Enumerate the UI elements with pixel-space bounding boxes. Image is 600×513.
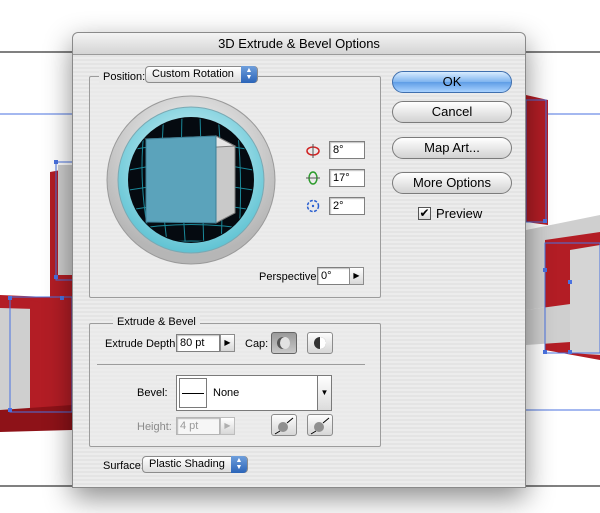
- more-options-button[interactable]: More Options: [392, 172, 512, 194]
- popup-arrows-icon: ▲ ▼: [231, 456, 247, 473]
- preview-checkbox[interactable]: ✔: [418, 207, 431, 220]
- cap-on-button[interactable]: [271, 332, 297, 354]
- bevel-label: Bevel:: [137, 387, 168, 399]
- cap-off-icon: [314, 337, 326, 349]
- chevron-down-icon: ▼: [320, 388, 329, 397]
- preview-label: Preview: [436, 206, 483, 221]
- bevel-value: None: [213, 387, 240, 399]
- ok-button[interactable]: OK: [392, 71, 512, 93]
- position-label: Position:: [99, 70, 150, 84]
- surface-popup[interactable]: Plastic Shading ▲ ▼: [142, 456, 248, 473]
- extrude-bevel-divider: [97, 364, 365, 365]
- bevel-profile-line: [182, 393, 204, 394]
- bevel-extent-in-button[interactable]: [307, 414, 333, 436]
- position-popup-value: Custom Rotation: [152, 68, 234, 80]
- height-slider-button[interactable]: ▶: [220, 417, 235, 435]
- x-rotation-input[interactable]: 8°: [329, 141, 365, 159]
- cancel-button[interactable]: Cancel: [392, 101, 512, 123]
- map-art-button[interactable]: Map Art...: [392, 137, 512, 159]
- surface-label: Surface:: [103, 460, 144, 472]
- checkmark-icon: ✔: [419, 206, 430, 220]
- triangle-right-icon: ▶: [224, 421, 231, 430]
- cap-on-icon: [277, 337, 290, 349]
- position-popup[interactable]: Custom Rotation ▲ ▼: [145, 66, 258, 83]
- extrude-depth-input[interactable]: 80 pt: [176, 334, 220, 352]
- bevel-dropdown-arrow[interactable]: ▼: [317, 376, 331, 410]
- dialog-title[interactable]: 3D Extrude & Bevel Options: [73, 33, 525, 55]
- bevel-extent-out-button[interactable]: [271, 414, 297, 436]
- x-axis-rotation-icon: [306, 144, 320, 158]
- popup-arrows-icon: ▲ ▼: [241, 66, 257, 83]
- bevel-dropdown[interactable]: None ▼: [176, 375, 332, 411]
- surface-popup-value: Plastic Shading: [149, 458, 225, 470]
- bevel-out-icon: [274, 417, 294, 435]
- z-rotation-input[interactable]: 2°: [329, 197, 365, 215]
- extrude-depth-label: Extrude Depth:: [105, 338, 179, 350]
- cap-off-button[interactable]: [307, 332, 333, 354]
- bevel-in-icon: [310, 417, 330, 435]
- triangle-right-icon: ▶: [353, 271, 360, 280]
- height-input[interactable]: 4 pt: [176, 417, 220, 435]
- cap-label: Cap:: [245, 338, 269, 350]
- extrude-bevel-legend: Extrude & Bevel: [113, 315, 200, 329]
- bevel-profile-preview: [179, 378, 207, 408]
- extrude-depth-slider-button[interactable]: ▶: [220, 334, 235, 352]
- y-rotation-input[interactable]: 17°: [329, 169, 365, 187]
- rotation-track-cube[interactable]: [106, 95, 276, 265]
- height-label: Height:: [137, 421, 172, 433]
- perspective-slider-button[interactable]: ▶: [349, 267, 364, 285]
- perspective-input[interactable]: 0°: [317, 267, 350, 285]
- perspective-label: Perspective:: [259, 271, 320, 283]
- triangle-right-icon: ▶: [224, 338, 231, 347]
- z-axis-rotation-icon: [306, 199, 320, 213]
- extrude-bevel-dialog: 3D Extrude & Bevel Options Position: Cus…: [72, 32, 526, 488]
- y-axis-rotation-icon: [306, 171, 320, 185]
